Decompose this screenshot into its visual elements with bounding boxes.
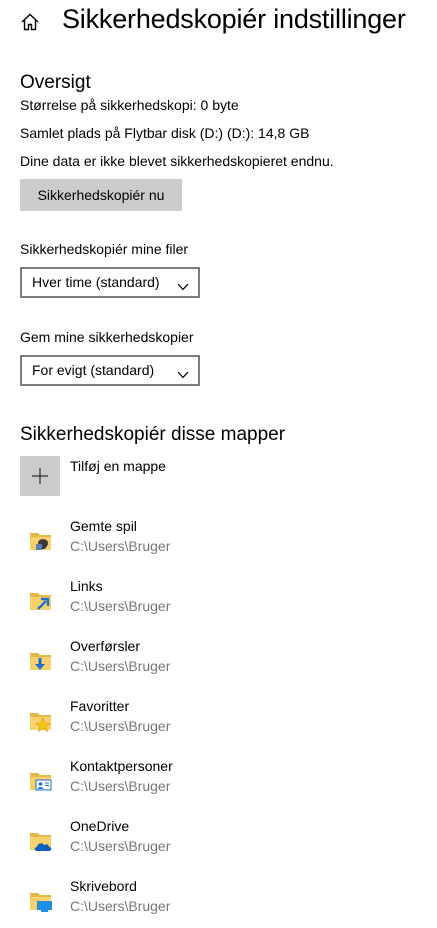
frequency-value: Hver time (standard)	[32, 274, 160, 290]
folder-name: Favoritter	[70, 698, 130, 714]
overview-title: Oversigt	[20, 72, 91, 93]
header: Sikkerhedskopiér indstillinger	[0, 0, 437, 44]
folder-item-favorites[interactable]: Favoritter C:\Users\Bruger	[0, 698, 437, 748]
folder-path: C:\Users\Bruger	[70, 538, 171, 554]
folder-path: C:\Users\Bruger	[70, 658, 171, 674]
retention-value: For evigt (standard)	[32, 362, 155, 378]
folder-item-saved-games[interactable]: Gemte spil C:\Users\Bruger	[0, 518, 437, 568]
folder-path: C:\Users\Bruger	[70, 838, 171, 854]
total-space-text: Samlet plads på Flytbar disk (D:) (D:): …	[20, 125, 310, 141]
contacts-folder-icon	[27, 767, 55, 795]
folder-item-contacts[interactable]: Kontaktpersoner C:\Users\Bruger	[0, 758, 437, 808]
frequency-dropdown[interactable]: Hver time (standard)	[20, 267, 200, 298]
page-title: Sikkerhedskopiér indstillinger	[62, 4, 406, 34]
saved-games-folder-icon	[27, 527, 55, 555]
home-icon[interactable]	[19, 11, 41, 33]
plus-icon	[32, 468, 48, 484]
folder-item-desktop[interactable]: Skrivebord C:\Users\Bruger	[0, 878, 437, 928]
folder-path: C:\Users\Bruger	[70, 898, 171, 914]
downloads-folder-icon	[27, 647, 55, 675]
backup-size-text: Størrelse på sikkerhedskopi: 0 byte	[20, 97, 239, 113]
folder-name: Kontaktpersoner	[70, 758, 173, 774]
folder-path: C:\Users\Bruger	[70, 598, 171, 614]
desktop-folder-icon	[27, 887, 55, 915]
folder-path: C:\Users\Bruger	[70, 778, 171, 794]
chevron-down-icon	[177, 278, 189, 291]
folder-name: OneDrive	[70, 818, 130, 834]
chevron-down-icon	[177, 366, 189, 379]
onedrive-folder-icon	[27, 827, 55, 855]
retention-dropdown[interactable]: For evigt (standard)	[20, 355, 200, 386]
folder-path: C:\Users\Bruger	[70, 718, 171, 734]
add-folder-label[interactable]: Tilføj en mappe	[70, 458, 166, 474]
folder-name: Skrivebord	[70, 878, 137, 894]
folder-name: Overførsler	[70, 638, 140, 654]
folders-section-title: Sikkerhedskopiér disse mapper	[20, 424, 286, 445]
retention-label: Gem mine sikkerhedskopier	[20, 329, 194, 345]
folder-item-onedrive[interactable]: OneDrive C:\Users\Bruger	[0, 818, 437, 868]
folder-name: Links	[70, 578, 103, 594]
backup-status-text: Dine data er ikke blevet sikkerhedskopie…	[20, 153, 334, 169]
backup-now-button[interactable]: Sikkerhedskopiér nu	[20, 179, 182, 211]
folder-item-downloads[interactable]: Overførsler C:\Users\Bruger	[0, 638, 437, 688]
links-folder-icon	[27, 587, 55, 615]
favorites-folder-icon	[27, 707, 55, 735]
folder-name: Gemte spil	[70, 518, 137, 534]
add-folder-button[interactable]	[20, 456, 60, 496]
folder-item-links[interactable]: Links C:\Users\Bruger	[0, 578, 437, 628]
frequency-label: Sikkerhedskopiér mine filer	[20, 241, 189, 257]
